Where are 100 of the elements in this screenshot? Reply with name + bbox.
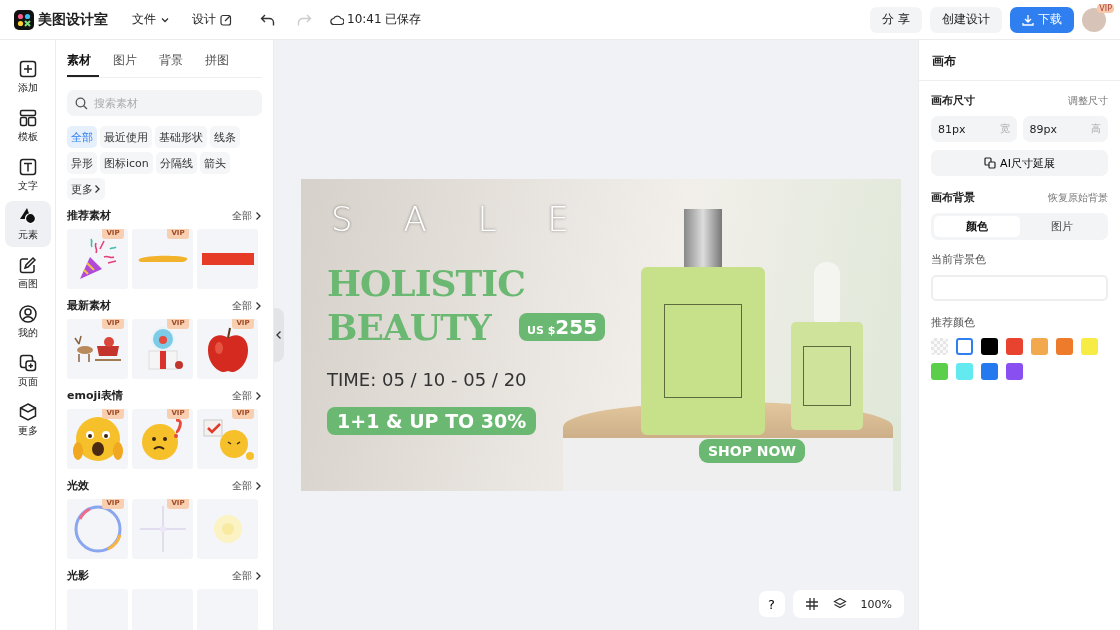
color-swatch[interactable] <box>1006 363 1023 380</box>
color-swatch[interactable] <box>1081 338 1098 355</box>
sidebar-item[interactable]: 页面 <box>4 348 51 394</box>
filter-chip[interactable]: 箭头 <box>199 152 230 174</box>
see-all-link[interactable]: 全部 <box>232 208 262 223</box>
edit-icon <box>220 13 232 26</box>
tab[interactable]: 拼图 <box>205 40 237 77</box>
section-label: 画布尺寸 <box>931 93 975 108</box>
sidebar-item[interactable]: 更多 <box>4 397 51 443</box>
emoji-with-checkmark-sign-icon <box>201 416 254 462</box>
transparent-swatch[interactable] <box>931 338 948 355</box>
action-button[interactable]: 分 享 <box>870 6 922 33</box>
see-all-link[interactable]: 全部 <box>232 388 262 403</box>
section-title: 最新素材 <box>67 298 111 313</box>
element-thumbnail[interactable] <box>197 229 258 289</box>
brush-stroke-icon <box>136 253 189 265</box>
filter-chip[interactable]: 线条 <box>210 126 240 148</box>
section-title: emoji表情 <box>67 388 124 403</box>
search-field[interactable]: 搜索素材 <box>67 90 262 116</box>
color-swatch[interactable] <box>981 338 998 355</box>
resize-icon <box>984 157 997 169</box>
chevron-right-icon <box>254 390 262 401</box>
zoom-level[interactable]: 100% <box>860 597 892 611</box>
layout-icon <box>17 108 38 128</box>
search-icon <box>75 96 88 110</box>
tab[interactable]: 图片 <box>113 40 145 77</box>
filter-chip[interactable]: 基础形状 <box>155 126 207 148</box>
collapse-handle[interactable] <box>274 308 284 362</box>
sidebar-item[interactable]: 画图 <box>4 250 51 296</box>
section-title: 推荐素材 <box>67 208 111 223</box>
reset-background-link[interactable]: 恢复原始背景 <box>1048 190 1108 205</box>
layers-icon[interactable] <box>832 597 847 611</box>
download-button[interactable]: 下载 <box>1010 6 1074 33</box>
text-icon <box>17 157 38 177</box>
section-label: 画布背景 <box>931 190 975 205</box>
rectangle-icon <box>201 253 254 265</box>
menu-button[interactable]: 设计 <box>188 9 236 30</box>
download-icon <box>1022 13 1034 26</box>
user-icon <box>17 304 38 324</box>
width-field[interactable]: 81px 宽 <box>931 116 1017 142</box>
color-swatch[interactable] <box>1031 338 1048 355</box>
pencil-icon <box>17 255 38 275</box>
color-swatch[interactable] <box>1056 338 1073 355</box>
cloud-icon <box>330 13 344 26</box>
cube-icon <box>17 402 38 422</box>
banner-headline: BEAUTY <box>327 309 491 345</box>
menu-button[interactable]: 文件 <box>128 9 174 30</box>
field-label: 推荐颜色 <box>931 315 976 330</box>
filter-chip[interactable]: 更多 <box>67 178 105 200</box>
search-input[interactable]: 搜索素材 <box>92 95 254 111</box>
filter-chip[interactable]: 图标icon <box>100 152 153 174</box>
app-name: 美图设计室 <box>38 10 108 29</box>
shapes-icon <box>17 206 38 226</box>
sidebar-item[interactable]: 模板 <box>4 103 51 149</box>
chevron-right-icon <box>254 210 262 221</box>
ai-expand-button[interactable]: AI尺寸延展 <box>931 150 1108 176</box>
panel-title: 画布 <box>919 40 1120 81</box>
sparkle-icon <box>137 504 188 554</box>
chevron-right-icon <box>93 184 101 194</box>
height-field[interactable]: 89px 高 <box>1022 116 1108 142</box>
see-all-link[interactable]: 全部 <box>232 568 262 583</box>
chevron-left-icon <box>275 330 283 340</box>
filter-chip[interactable]: 最近使用 <box>100 126 152 148</box>
field-label: 当前背景色 <box>931 252 987 267</box>
section-title: 光影 <box>67 568 89 583</box>
action-button[interactable]: 创建设计 <box>930 6 1002 33</box>
add-icon <box>17 59 38 79</box>
grid-icon[interactable] <box>804 597 819 611</box>
price-tag: US $255 <box>519 313 606 341</box>
chevron-right-icon <box>254 480 262 491</box>
sidebar-item[interactable]: 我的 <box>4 299 51 345</box>
help-button[interactable]: ? <box>758 591 785 617</box>
glow-icon <box>212 514 243 544</box>
color-swatch[interactable] <box>956 338 973 355</box>
segment-tab[interactable]: 图片 <box>1019 216 1105 237</box>
undo-icon[interactable] <box>260 12 276 27</box>
resize-link[interactable]: 调整尺寸 <box>1068 93 1108 108</box>
page-icon <box>17 353 38 373</box>
tab[interactable]: 素材 <box>67 40 99 77</box>
banner-date-text: TIME: 05 / 10 - 05 / 20 <box>327 369 527 390</box>
save-status: 10:41 已保存 <box>347 11 422 28</box>
offer-tag: 1+1 & UP TO 30% <box>327 407 537 435</box>
filter-chip[interactable]: 分隔线 <box>155 152 197 174</box>
filter-chip[interactable]: 异形 <box>67 152 97 174</box>
sidebar-item[interactable]: 添加 <box>4 54 51 100</box>
chevron-right-icon <box>254 570 262 581</box>
app-logo-icon <box>14 9 34 30</box>
tab[interactable]: 背景 <box>159 40 191 77</box>
sidebar-item[interactable]: 元素 <box>4 201 51 247</box>
filter-chip[interactable]: 全部 <box>67 126 97 148</box>
section-title: 光效 <box>67 478 89 493</box>
segment-tab[interactable]: 颜色 <box>934 216 1020 237</box>
see-all-link[interactable]: 全部 <box>232 298 262 313</box>
see-all-link[interactable]: 全部 <box>232 478 262 493</box>
element-thumbnail[interactable] <box>197 499 258 559</box>
color-swatch[interactable] <box>981 363 998 380</box>
color-swatch[interactable] <box>931 363 948 380</box>
color-swatch[interactable] <box>1006 338 1023 355</box>
color-swatch[interactable] <box>956 363 973 380</box>
sidebar-item[interactable]: 文字 <box>4 152 51 198</box>
